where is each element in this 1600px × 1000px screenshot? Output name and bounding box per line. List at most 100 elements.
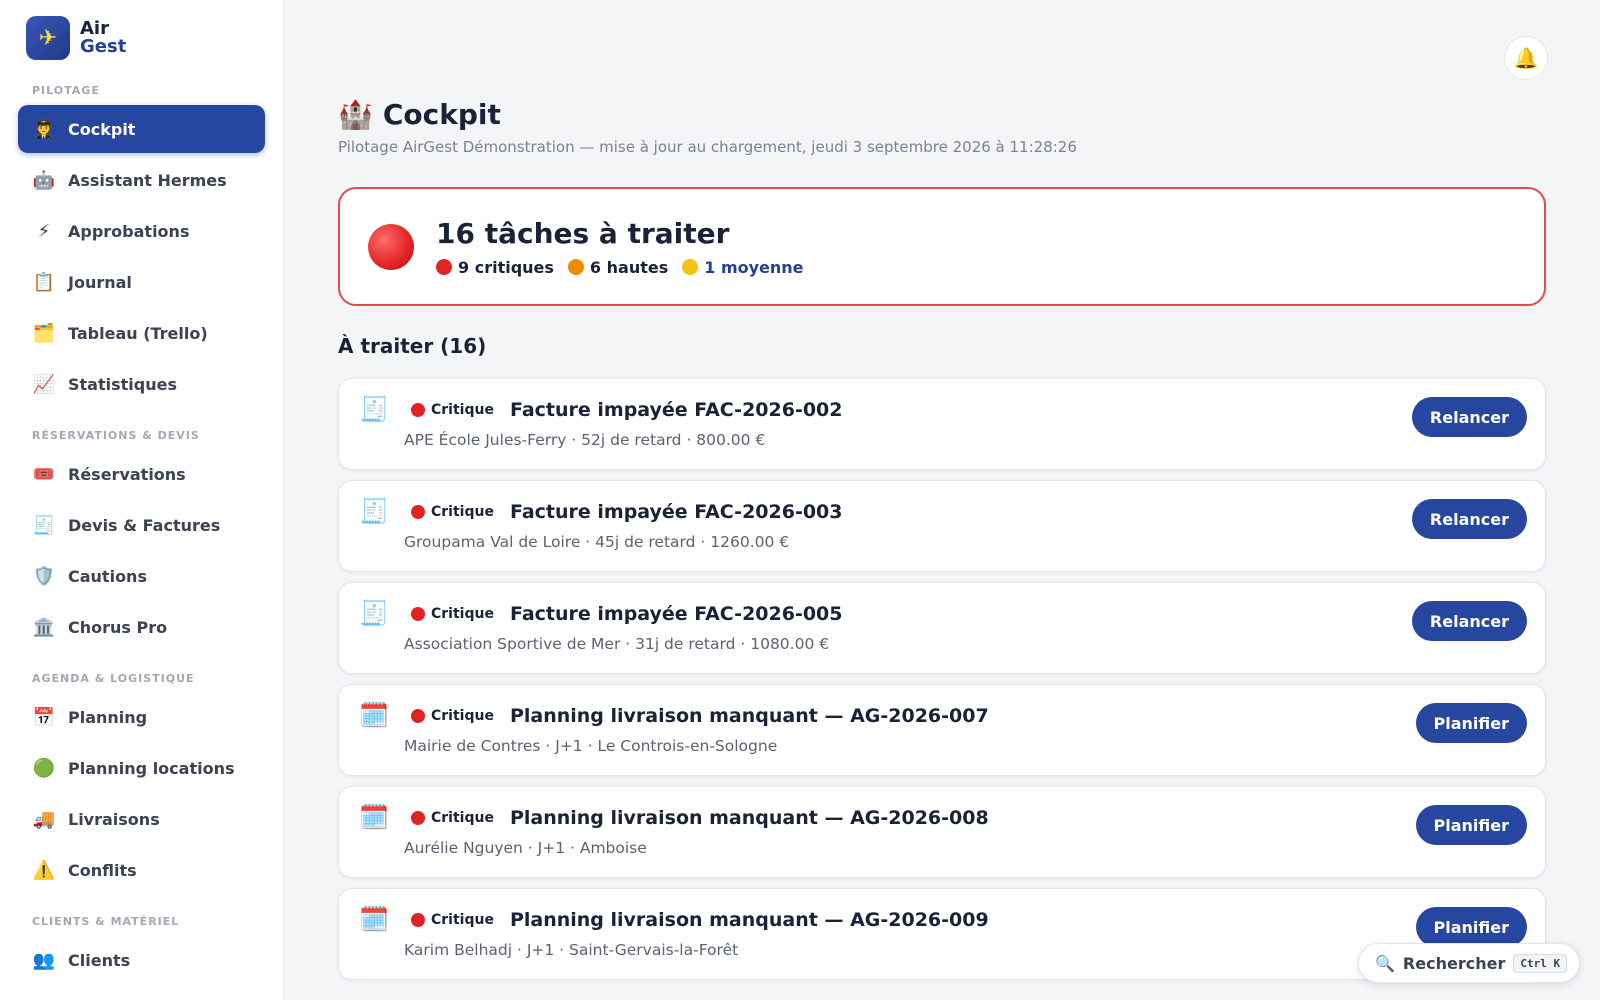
red-dot-icon	[411, 505, 425, 519]
sidebar-item-devis-factures[interactable]: 🧾 Devis & Factures	[18, 501, 265, 549]
task-details: APE École Jules-Ferry · 52j de retard · …	[404, 431, 766, 449]
red-dot-icon	[436, 259, 452, 275]
shortcut-hint: Ctrl K	[1513, 953, 1568, 973]
nav-section-label: PILOTAGE	[32, 84, 100, 97]
receipt-icon: 🧾	[359, 395, 389, 423]
priority-label: Critique	[431, 606, 494, 622]
sidebar-item-label: Approbations	[68, 221, 190, 241]
sidebar-item-label: Planning	[68, 707, 148, 727]
task-card[interactable]: 🧾 Critique Facture impayée FAC-2026-002 …	[338, 378, 1546, 470]
task-header: Critique Planning livraison manquant — A…	[411, 909, 989, 931]
task-title: Planning livraison manquant — AG-2026-00…	[509, 909, 989, 931]
tasks-summary-title: 16 tâches à traiter	[436, 216, 730, 250]
search-button[interactable]: 🔍 Rechercher Ctrl K	[1358, 943, 1580, 983]
sidebar-item-label: Cockpit	[68, 119, 136, 139]
bank-icon: 🏛️	[32, 616, 56, 638]
task-list-title: À traiter (16)	[338, 334, 487, 358]
priority-label: Critique	[431, 912, 494, 928]
task-action-button[interactable]: Planifier	[1415, 907, 1527, 947]
pilot-icon: 🧑‍✈️	[32, 118, 56, 140]
search-label: Rechercher	[1402, 953, 1506, 973]
lightning-icon: ⚡	[37, 220, 51, 242]
task-header: Critique Facture impayée FAC-2026-003	[411, 501, 843, 523]
task-header: Critique Planning livraison manquant — A…	[411, 807, 989, 829]
sidebar-item-chorus-pro[interactable]: 🏛️ Chorus Pro	[18, 603, 265, 651]
task-details: Groupama Val de Loire · 45j de retard · …	[404, 533, 790, 551]
task-list: 🧾 Critique Facture impayée FAC-2026-002 …	[338, 378, 1546, 990]
task-action-button[interactable]: Relancer	[1411, 601, 1527, 641]
task-title: Planning livraison manquant — AG-2026-00…	[509, 705, 989, 727]
sidebar-item-clients[interactable]: 👥 Clients	[18, 936, 265, 984]
priority-label: Critique	[431, 504, 494, 520]
task-details: Mairie de Contres · J+1 · Le Controis-en…	[404, 737, 778, 755]
priority-badge: Critique	[411, 912, 494, 928]
main-content: 🔔 🏰 Cockpit Pilotage AirGest Démonstrati…	[284, 0, 1600, 1000]
priority-badge: Critique	[411, 402, 494, 418]
bell-icon[interactable]: 🔔	[1504, 36, 1548, 80]
task-action-button[interactable]: Planifier	[1415, 703, 1527, 743]
critical-count-label: 9 critiques	[458, 257, 554, 277]
task-header: Critique Planning livraison manquant — A…	[411, 705, 989, 727]
brand[interactable]: ✈ Air Gest	[26, 16, 265, 60]
sidebar-item-label: Tableau (Trello)	[68, 323, 208, 343]
task-card[interactable]: 🧾 Critique Facture impayée FAC-2026-003 …	[338, 480, 1546, 572]
sidebar-item-assistant-hermes[interactable]: 🤖 Assistant Hermes	[18, 156, 265, 204]
sidebar-item-planning[interactable]: 📅 Planning	[18, 693, 265, 741]
warning-icon: ⚠️	[32, 859, 56, 881]
sidebar-item-tableau-trello[interactable]: 🗂️ Tableau (Trello)	[18, 309, 265, 357]
task-title: Facture impayée FAC-2026-002	[509, 399, 843, 421]
red-dot-icon	[411, 709, 425, 723]
truck-icon: 🚚	[32, 808, 56, 830]
tasks-summary-card: 16 tâches à traiter 9 critiques 6 hautes…	[338, 187, 1546, 306]
chart-up-icon: 📈	[32, 373, 56, 395]
task-action-button[interactable]: Relancer	[1411, 499, 1527, 539]
users-icon: 👥	[32, 949, 56, 971]
sidebar-item-cautions[interactable]: 🛡️ Cautions	[18, 552, 265, 600]
sidebar-item-planning-locations[interactable]: 🟢 Planning locations	[18, 744, 265, 792]
medium-count-label: 1 moyenne	[704, 257, 804, 277]
high-count: 6 hautes	[567, 258, 668, 277]
sidebar-item-label: Cautions	[68, 566, 147, 586]
task-header: Critique Facture impayée FAC-2026-002	[411, 399, 843, 421]
priority-label: Critique	[431, 810, 494, 826]
sidebar-nav: PILOTAGE 🧑‍✈️ Cockpit 🤖 Assistant Hermes ⚡ App…	[18, 84, 265, 984]
sidebar-item-conflits[interactable]: ⚠️ Conflits	[18, 846, 265, 894]
sidebar-item-cockpit[interactable]: 🧑‍✈️ Cockpit	[18, 105, 265, 153]
sidebar-item-statistiques[interactable]: 📈 Statistiques	[18, 360, 265, 408]
sidebar-item-label: Clients	[68, 950, 131, 970]
sidebar-item-journal[interactable]: 📋 Journal	[18, 258, 265, 306]
sidebar-item-label: Conflits	[68, 860, 137, 880]
task-details: Aurélie Nguyen · J+1 · Amboise	[404, 839, 647, 857]
shield-icon: 🛡️	[32, 565, 56, 587]
search-icon: 🔍	[1375, 953, 1395, 973]
sidebar-item-label: Statistiques	[68, 374, 177, 394]
clipboard-icon: 📋	[32, 271, 56, 293]
receipt-icon: 🧾	[32, 514, 56, 536]
sidebar-item-livraisons[interactable]: 🚚 Livraisons	[18, 795, 265, 843]
sidebar-item-approbations[interactable]: ⚡ Approbations	[18, 207, 265, 255]
calendar-icon: 🗓️	[359, 701, 389, 729]
priority-label: Critique	[431, 708, 494, 724]
red-dot-icon	[411, 913, 425, 927]
priority-badge: Critique	[411, 504, 494, 520]
red-circle-icon	[368, 223, 414, 270]
calendar-icon: 🗓️	[359, 905, 389, 933]
page-subtitle: Pilotage AirGest Démonstration — mise à …	[338, 138, 1077, 156]
orange-dot-icon	[567, 259, 584, 275]
task-card[interactable]: 🗓️ Critique Planning livraison manquant …	[338, 786, 1546, 878]
task-action-button[interactable]: Planifier	[1415, 805, 1527, 845]
priority-badge: Critique	[411, 708, 494, 724]
task-action-button[interactable]: Relancer	[1411, 397, 1527, 437]
task-card[interactable]: 🧾 Critique Facture impayée FAC-2026-005 …	[338, 582, 1546, 674]
task-details: Association Sportive de Mer · 31j de ret…	[404, 635, 830, 653]
sidebar-item-reservations[interactable]: 🎟️ Réservations	[18, 450, 265, 498]
task-details: Karim Belhadj · J+1 · Saint-Gervais-la-F…	[404, 941, 739, 959]
priority-label: Critique	[431, 402, 494, 418]
tasks-summary: 16 tâches à traiter 9 critiques 6 hautes…	[436, 217, 804, 277]
task-card[interactable]: 🗓️ Critique Planning livraison manquant …	[338, 684, 1546, 776]
task-title: Facture impayée FAC-2026-005	[509, 603, 843, 625]
ticket-icon: 🎟️	[32, 463, 56, 485]
